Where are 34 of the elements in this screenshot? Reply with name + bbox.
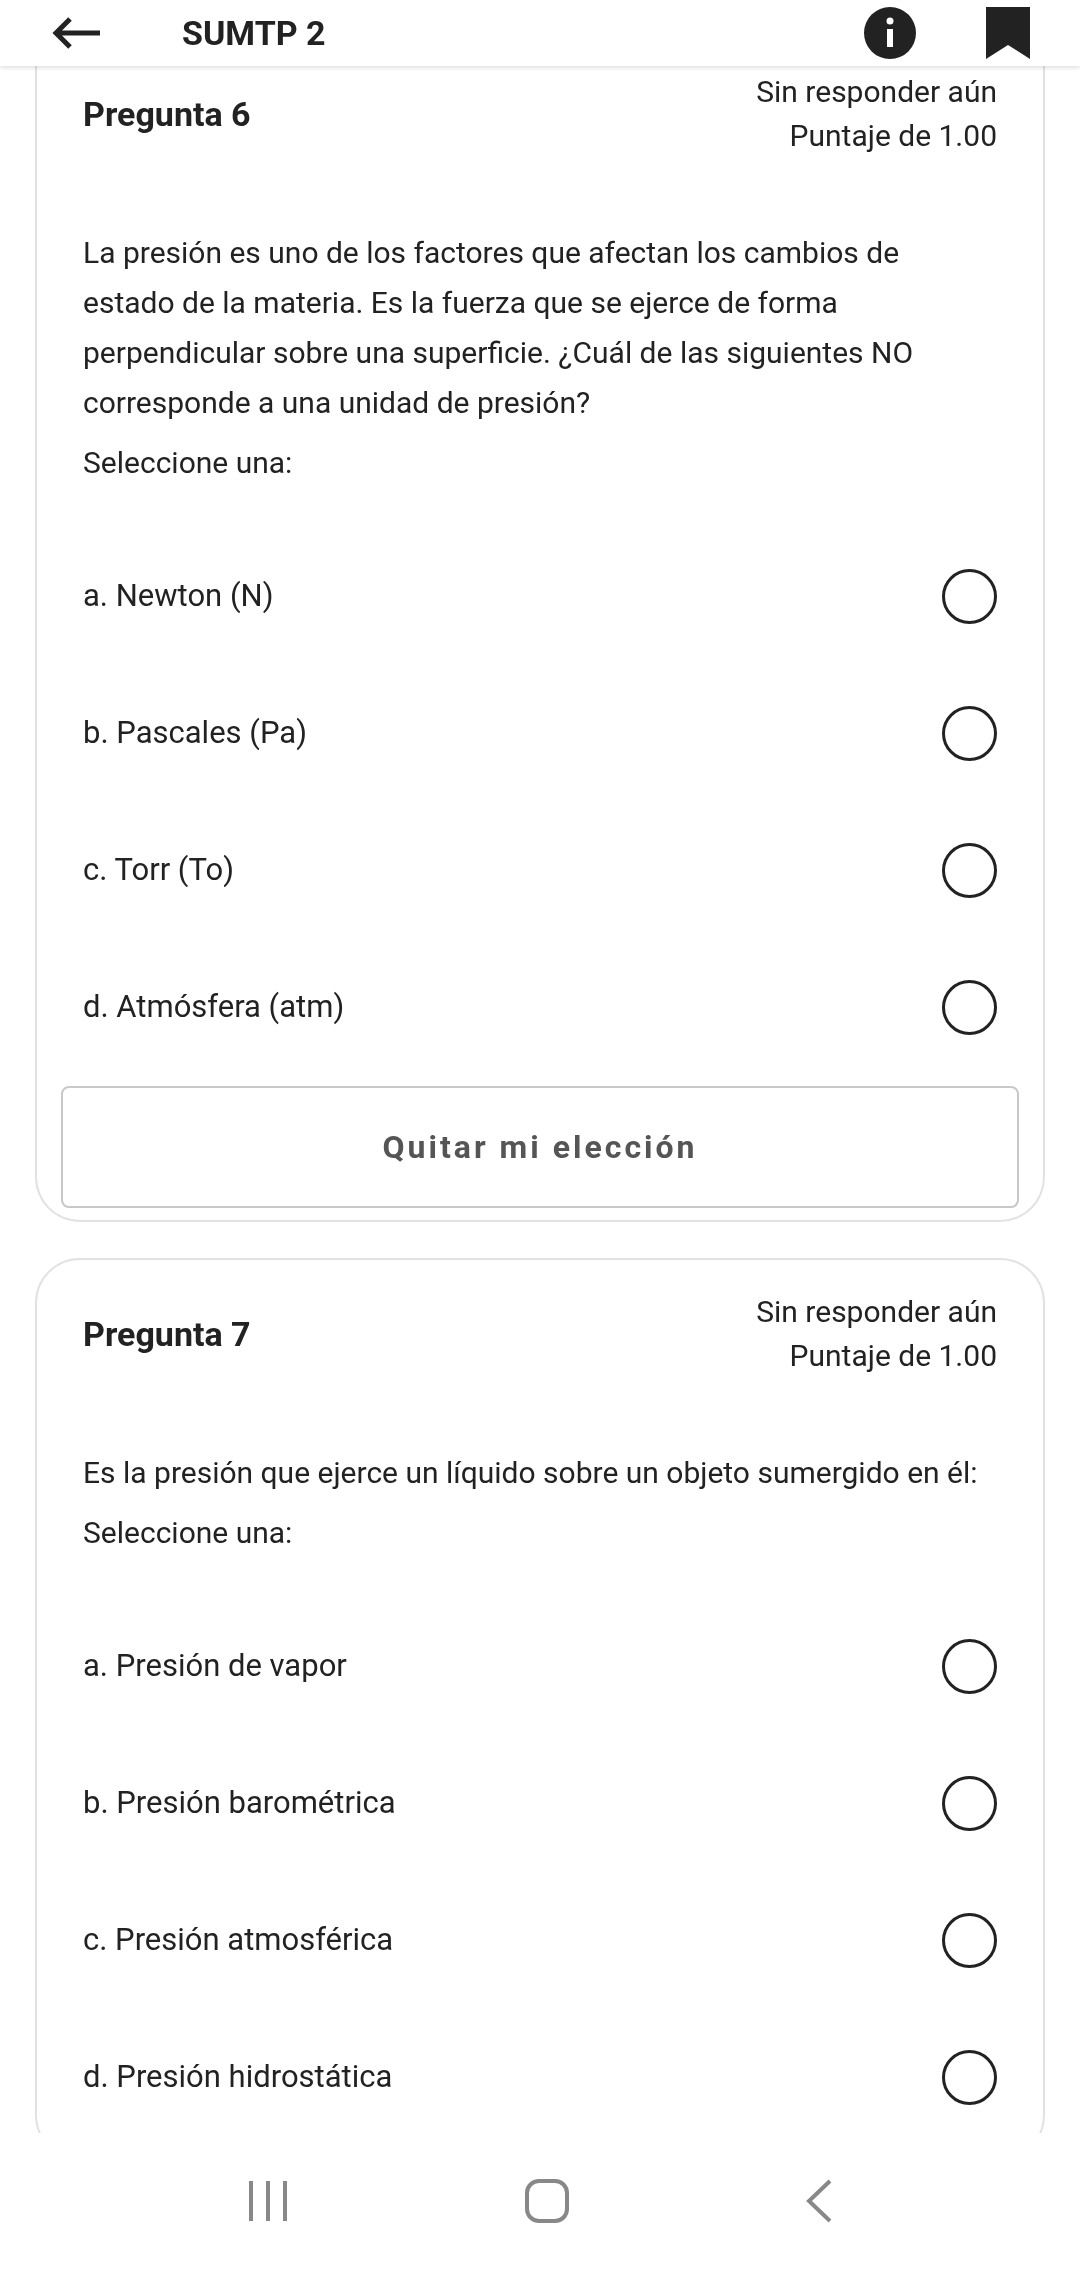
back-icon[interactable]	[804, 2178, 833, 2224]
grade-text: Puntaje de 1.00	[789, 117, 997, 155]
radio-button[interactable]	[942, 569, 997, 624]
option-label[interactable]: d. Atmósfera (atm)	[83, 984, 345, 1031]
radio-button[interactable]	[942, 1776, 997, 1831]
info-icon[interactable]	[864, 7, 916, 59]
prompt-text: Seleccione una:	[83, 444, 294, 482]
radio-button[interactable]	[942, 843, 997, 898]
back-arrow-icon[interactable]	[50, 15, 102, 51]
radio-button[interactable]	[942, 706, 997, 761]
option-label[interactable]: b. Presión barométrica	[83, 1780, 396, 1827]
app-bar-title: SUMTP 2	[182, 16, 326, 50]
clear-choice-button[interactable]: Quitar mi elección	[61, 1086, 1019, 1208]
prompt-text: Seleccione una:	[83, 1514, 294, 1552]
option-label[interactable]: d. Presión hidrostática	[83, 2054, 393, 2101]
radio-button[interactable]	[942, 2050, 997, 2105]
question-title: Pregunta 6	[83, 92, 251, 136]
radio-button[interactable]	[942, 1639, 997, 1694]
status-text: Sin responder aún	[756, 73, 997, 111]
option-label[interactable]: a. Newton (N)	[83, 573, 274, 620]
option-label[interactable]: a. Presión de vapor	[83, 1643, 347, 1690]
option-label[interactable]: b. Pascales (Pa)	[83, 710, 307, 757]
option-label[interactable]: c. Torr (To)	[83, 847, 234, 894]
question-text: La presión es uno de los factores que afectan los cambios de estado de la materia. Es la fuerza que se ejerce de forma perpendicular sobre una superficie. ¿Cuál de las siguientes NO corresponde a una unidad de presión?	[83, 234, 915, 422]
grade-text: Puntaje de 1.00	[789, 1337, 997, 1375]
home-icon[interactable]	[524, 2178, 570, 2224]
radio-button[interactable]	[942, 980, 997, 1035]
status-text: Sin responder aún	[756, 1293, 997, 1331]
question-title: Pregunta 7	[83, 1312, 251, 1356]
question-text: Es la presión que ejerce un líquido sobre un objeto sumergido en él:	[83, 1454, 979, 1492]
bookmark-icon[interactable]	[986, 7, 1030, 59]
recent-apps-icon[interactable]	[247, 2179, 290, 2223]
option-label[interactable]: c. Presión atmosférica	[83, 1917, 394, 1964]
radio-button[interactable]	[942, 1913, 997, 1968]
